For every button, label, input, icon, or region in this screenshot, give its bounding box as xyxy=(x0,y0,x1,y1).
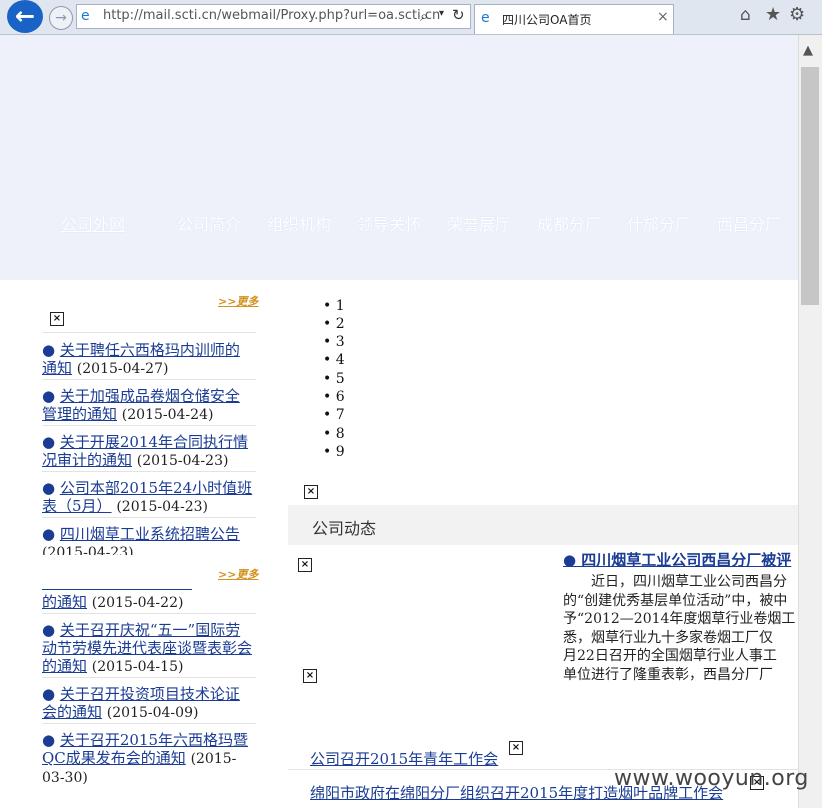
news-headline[interactable]: ● 四川烟草工业公司西昌分厂被评 xyxy=(563,549,791,570)
notice-item[interactable]: ● 关于召开投资项目技术论证会的通知 (2015-04-09) xyxy=(42,685,254,722)
address-bar[interactable]: e http://mail.scti.cn/webmail/Proxy.php?… xyxy=(76,4,471,29)
nav-item-home[interactable]: 公司外网 xyxy=(61,211,125,235)
notice-item[interactable]: ● 公司本部2015年24小时值班表（5月） (2015-04-23) xyxy=(42,479,254,516)
divider xyxy=(42,379,256,380)
nav-item-chengdu[interactable]: 成都分厂 xyxy=(537,211,601,235)
news-link[interactable]: 公司召开2015年青年工作会 xyxy=(310,748,498,769)
slide-number[interactable]: • 5 xyxy=(323,370,345,388)
slide-number[interactable]: • 7 xyxy=(323,406,345,424)
notice-date: (2015-04-23) xyxy=(116,499,208,515)
nav-item-shifang[interactable]: 什邡分厂 xyxy=(627,211,691,235)
browser-toolbar: ← → e http://mail.scti.cn/webmail/Proxy.… xyxy=(0,0,822,35)
notice-date: (2015-04-23) xyxy=(42,545,134,555)
news-summary: 近日，四川烟草工业公司西昌分 的“创建优秀基层单位活动”中，被中 予“2012—… xyxy=(563,574,796,683)
page-viewport: 公司外网 公司简介 组织机构 领导关怀 荣誉展厅 成都分厂 什邡分厂 西昌分厂 … xyxy=(0,35,798,808)
divider xyxy=(42,613,256,614)
notice-item[interactable]: ● 关于开展2014年合同执行情况审计的通知 (2015-04-23) xyxy=(42,433,254,470)
divider xyxy=(42,332,256,333)
notice-title[interactable]: 的通知 xyxy=(42,593,87,611)
notice-item[interactable]: ● 关于聘任六西格玛内训师的通知 (2015-04-27) xyxy=(42,341,254,378)
notice-date: (2015-04-24) xyxy=(121,407,214,423)
vertical-scrollbar[interactable]: ▲ xyxy=(798,35,822,808)
notice-item[interactable]: ● 关于加强成品卷烟仓储安全管理的通知 (2015-04-24) xyxy=(42,387,254,424)
search-icon[interactable]: ⌕ xyxy=(420,7,428,25)
slide-number[interactable]: • 3 xyxy=(323,333,345,351)
broken-image-icon: × xyxy=(50,312,64,326)
header-banner: 公司外网 公司简介 组织机构 领导关怀 荣誉展厅 成都分厂 什邡分厂 西昌分厂 xyxy=(0,35,798,280)
notice-date: (2015-04-09) xyxy=(106,705,199,721)
notice-clip: ● 四川烟草工业系统招聘公告 (2015-04-23) xyxy=(42,525,256,555)
divider xyxy=(42,677,256,678)
refresh-icon[interactable]: ↻ xyxy=(452,6,465,24)
nav-item-xichang[interactable]: 西昌分厂 xyxy=(717,211,781,235)
notice-date: (2015-04-15) xyxy=(91,659,184,675)
address-url[interactable]: http://mail.scti.cn/webmail/Proxy.php?ur… xyxy=(103,8,440,23)
watermark: www.wooyun.org xyxy=(614,766,809,791)
notice-item[interactable]: ● 关于召开庆祝“五一”国际劳动节劳模先进代表座谈暨表彰会的通知 (2015-0… xyxy=(42,621,254,676)
broken-image-icon: × xyxy=(304,485,318,499)
broken-image-icon: × xyxy=(303,669,317,683)
divider xyxy=(42,723,256,724)
scroll-up-icon[interactable]: ▲ xyxy=(803,43,813,58)
notice-item[interactable]: 的通知 (2015-04-22) xyxy=(42,593,254,612)
notice-fragment[interactable] xyxy=(42,583,254,592)
close-icon[interactable]: × xyxy=(657,9,669,25)
notice-date: (2015-04-23) xyxy=(136,453,229,469)
slide-number[interactable]: • 8 xyxy=(323,425,345,443)
divider xyxy=(42,425,256,426)
back-button[interactable]: ← xyxy=(7,0,43,33)
nav-item-honors[interactable]: 荣誉展厅 xyxy=(447,211,511,235)
ie-page-icon: e xyxy=(81,8,90,24)
nav-item-leadership[interactable]: 领导关怀 xyxy=(357,211,421,235)
slide-number[interactable]: • 6 xyxy=(323,388,345,406)
tab-title[interactable]: 四川公司OA首页 xyxy=(502,11,591,28)
notice-item[interactable]: ● 四川烟草工业系统招聘公告 (2015-04-23) xyxy=(42,525,254,555)
divider xyxy=(42,517,256,518)
nav-item-organization[interactable]: 组织机构 xyxy=(267,211,331,235)
news-title-clip: ● 四川烟草工业公司西昌分厂被评 xyxy=(563,548,798,570)
favorites-icon[interactable]: ★ xyxy=(765,4,781,25)
slide-number[interactable]: • 1 xyxy=(323,297,345,315)
notice-title[interactable]: 四川烟草工业系统招聘公告 xyxy=(60,525,240,543)
notice-item[interactable]: ● 关于召开2015年六西格玛暨QC成果发布会的通知 (2015-03-30) xyxy=(42,731,254,787)
forward-button[interactable]: → xyxy=(49,6,73,30)
slide-number[interactable]: • 2 xyxy=(323,315,345,333)
slide-number[interactable]: • 4 xyxy=(323,351,345,369)
chevron-down-icon[interactable]: ▾ xyxy=(439,8,444,19)
scrollbar-thumb[interactable] xyxy=(801,67,819,305)
gear-icon[interactable]: ⚙ xyxy=(789,4,805,25)
ie-tab-icon: e xyxy=(481,10,490,26)
notice-date: (2015-04-27) xyxy=(76,361,169,377)
more-link[interactable]: >>更多 xyxy=(218,566,258,582)
section-title: 公司动态 xyxy=(312,519,377,538)
more-link[interactable]: >>更多 xyxy=(218,293,258,309)
broken-image-icon: × xyxy=(509,741,523,755)
divider xyxy=(42,471,256,472)
slide-number[interactable]: • 9 xyxy=(323,443,345,461)
broken-image-icon: × xyxy=(298,558,312,572)
nav-item-about[interactable]: 公司简介 xyxy=(177,211,241,235)
home-icon[interactable]: ⌂ xyxy=(740,5,751,25)
browser-tab[interactable]: e 四川公司OA首页 × xyxy=(474,4,674,34)
notice-date: (2015-04-22) xyxy=(91,595,184,611)
section-header: 公司动态 xyxy=(288,505,798,545)
